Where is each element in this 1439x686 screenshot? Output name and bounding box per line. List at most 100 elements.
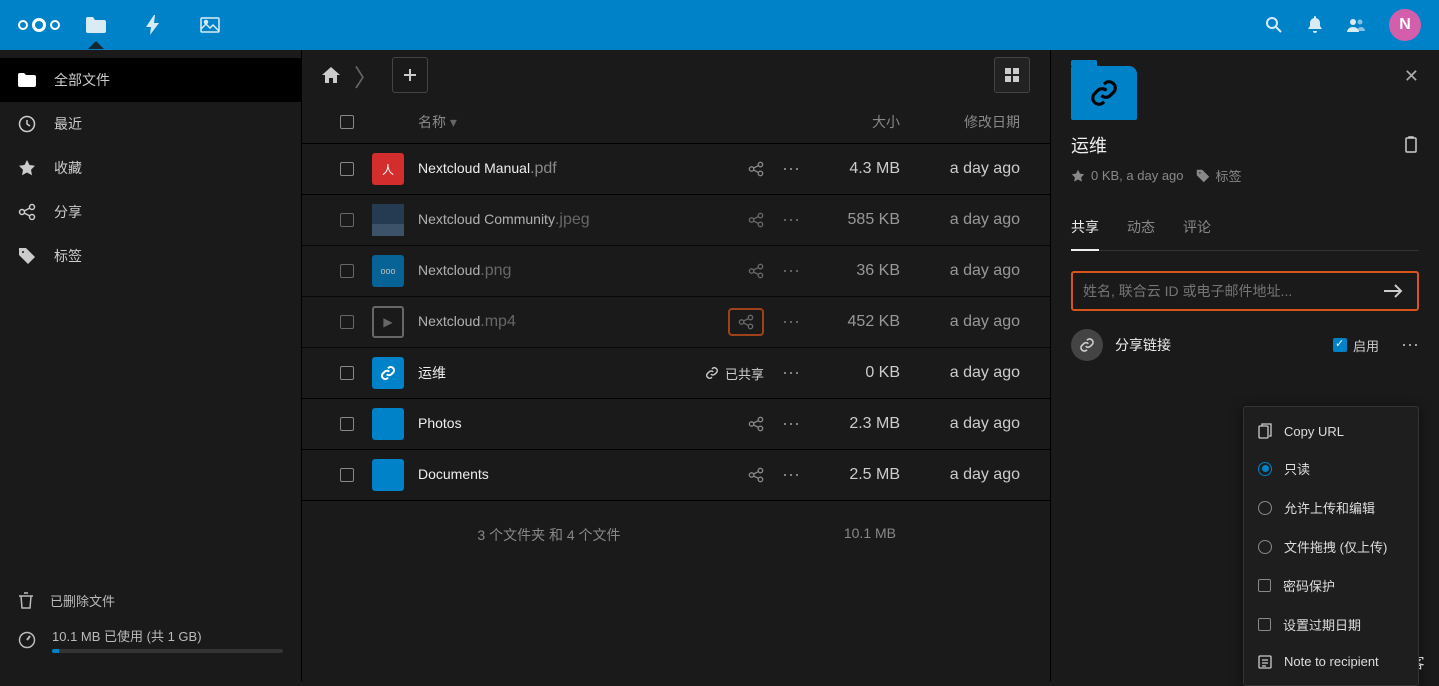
share-icon[interactable] <box>748 416 764 432</box>
sidebar-item-favorites[interactable]: 收藏 <box>0 146 301 190</box>
sidebar-item-label: 最近 <box>54 114 82 134</box>
file-date: a day ago <box>900 415 1030 433</box>
file-size: 585 KB <box>800 211 900 229</box>
table-header: 名称 ▾ 大小 修改日期 <box>302 100 1050 144</box>
file-size: 36 KB <box>800 262 900 280</box>
sidebar-item-all-files[interactable]: 全部文件 <box>0 58 301 102</box>
clipboard-icon[interactable] <box>1403 136 1419 154</box>
sidebar-item-shares[interactable]: 分享 <box>0 190 301 234</box>
menu-copy-url[interactable]: Copy URL <box>1244 413 1418 449</box>
star-icon <box>18 159 36 177</box>
search-icon[interactable] <box>1265 16 1283 34</box>
menu-expire[interactable]: 设置过期日期 <box>1244 605 1418 644</box>
select-all-checkbox[interactable] <box>340 115 354 129</box>
sidebar-trash[interactable]: 已删除文件 <box>18 583 283 618</box>
file-size: 452 KB <box>800 313 900 331</box>
app-header: N <box>0 0 1439 50</box>
menu-password[interactable]: 密码保护 <box>1244 566 1418 605</box>
file-date: a day ago <box>900 160 1030 178</box>
nav-activity-icon[interactable] <box>146 15 160 35</box>
file-icon <box>372 204 408 236</box>
close-icon[interactable]: ✕ <box>1404 66 1419 87</box>
contacts-icon[interactable] <box>1347 17 1365 33</box>
notifications-icon[interactable] <box>1307 16 1323 34</box>
file-date: a day ago <box>900 466 1030 484</box>
more-icon[interactable]: ⋯ <box>782 159 800 180</box>
nav-files-icon[interactable] <box>86 17 106 33</box>
menu-readonly[interactable]: 只读 <box>1244 449 1418 488</box>
sidebar-item-recent[interactable]: 最近 <box>0 102 301 146</box>
share-search-input[interactable] <box>1083 283 1379 299</box>
submit-arrow-icon[interactable] <box>1379 280 1407 302</box>
menu-file-drop[interactable]: 文件拖拽 (仅上传) <box>1244 527 1418 566</box>
breadcrumb-home-icon[interactable] <box>322 67 340 83</box>
column-size[interactable]: 大小 <box>800 112 900 132</box>
column-name[interactable]: 名称 ▾ <box>408 112 680 132</box>
row-checkbox[interactable] <box>340 315 354 329</box>
header-right: N <box>1265 9 1421 41</box>
user-avatar[interactable]: N <box>1389 9 1421 41</box>
enable-checkbox[interactable]: 启用 <box>1333 336 1379 355</box>
sidebar-item-tags[interactable]: 标签 <box>0 234 301 278</box>
file-row[interactable]: oooNextcloud.png⋯36 KBa day ago <box>302 246 1050 297</box>
trash-icon <box>18 592 34 610</box>
gauge-icon <box>18 631 36 649</box>
file-row[interactable]: ▶Nextcloud.mp4⋯452 KBa day ago <box>302 297 1050 348</box>
more-icon[interactable]: ⋯ <box>782 363 800 384</box>
quota-bar <box>52 649 283 653</box>
file-date: a day ago <box>900 211 1030 229</box>
more-icon[interactable]: ⋯ <box>782 210 800 231</box>
sidebar-item-label: 分享 <box>54 202 82 222</box>
file-name: Photos <box>418 415 462 431</box>
file-size: 4.3 MB <box>800 160 900 178</box>
tab-activity[interactable]: 动态 <box>1127 209 1155 250</box>
more-icon[interactable]: ⋯ <box>782 414 800 435</box>
more-icon[interactable]: ⋯ <box>782 261 800 282</box>
row-checkbox[interactable] <box>340 213 354 227</box>
row-checkbox[interactable] <box>340 417 354 431</box>
nextcloud-logo[interactable] <box>18 18 60 32</box>
share-options-menu: Copy URL 只读 允许上传和编辑 文件拖拽 (仅上传) 密码保护 设置过期… <box>1243 406 1419 686</box>
row-checkbox[interactable] <box>340 264 354 278</box>
file-icon <box>372 408 408 440</box>
column-date[interactable]: 修改日期 <box>900 112 1030 132</box>
more-icon[interactable]: ⋯ <box>1401 335 1419 356</box>
panel-title: 运维 <box>1071 132 1107 158</box>
header-nav <box>86 15 1265 35</box>
more-icon[interactable]: ⋯ <box>782 465 800 486</box>
nav-gallery-icon[interactable] <box>200 17 220 33</box>
file-row[interactable]: Nextcloud Community.jpeg⋯585 KBa day ago <box>302 195 1050 246</box>
row-checkbox[interactable] <box>340 366 354 380</box>
row-checkbox[interactable] <box>340 162 354 176</box>
share-icon <box>18 203 36 221</box>
menu-upload-edit[interactable]: 允许上传和编辑 <box>1244 488 1418 527</box>
share-icon[interactable] <box>748 467 764 483</box>
share-icon[interactable] <box>748 263 764 279</box>
folder-link-icon <box>1071 66 1137 120</box>
file-row[interactable]: 人Nextcloud Manual.pdf⋯4.3 MBa day ago <box>302 144 1050 195</box>
file-row[interactable]: 运维已共享⋯0 KBa day ago <box>302 348 1050 399</box>
sidebar-item-label: 收藏 <box>54 158 82 178</box>
share-icon[interactable] <box>728 308 764 336</box>
more-icon[interactable]: ⋯ <box>782 312 800 333</box>
tags-button[interactable]: 标签 <box>1196 166 1242 185</box>
new-button[interactable] <box>392 57 428 93</box>
file-icon: 人 <box>372 153 408 185</box>
share-search[interactable] <box>1071 271 1419 311</box>
file-row[interactable]: Documents⋯2.5 MBa day ago <box>302 450 1050 501</box>
link-icon <box>1071 329 1103 361</box>
file-size: 0 KB <box>800 364 900 382</box>
folder-icon <box>18 73 36 87</box>
share-icon[interactable] <box>748 161 764 177</box>
file-row[interactable]: Photos⋯2.3 MBa day ago <box>302 399 1050 450</box>
share-icon[interactable] <box>748 212 764 228</box>
tab-comments[interactable]: 评论 <box>1183 209 1211 250</box>
tab-sharing[interactable]: 共享 <box>1071 209 1099 251</box>
grid-view-toggle[interactable] <box>994 57 1030 93</box>
file-date: a day ago <box>900 313 1030 331</box>
favorite-toggle[interactable]: 0 KB, a day ago <box>1071 168 1184 183</box>
share-link-row: 分享链接 启用 ⋯ <box>1071 329 1419 361</box>
row-checkbox[interactable] <box>340 468 354 482</box>
clock-icon <box>18 115 36 133</box>
menu-note[interactable]: Note to recipient <box>1244 644 1418 679</box>
